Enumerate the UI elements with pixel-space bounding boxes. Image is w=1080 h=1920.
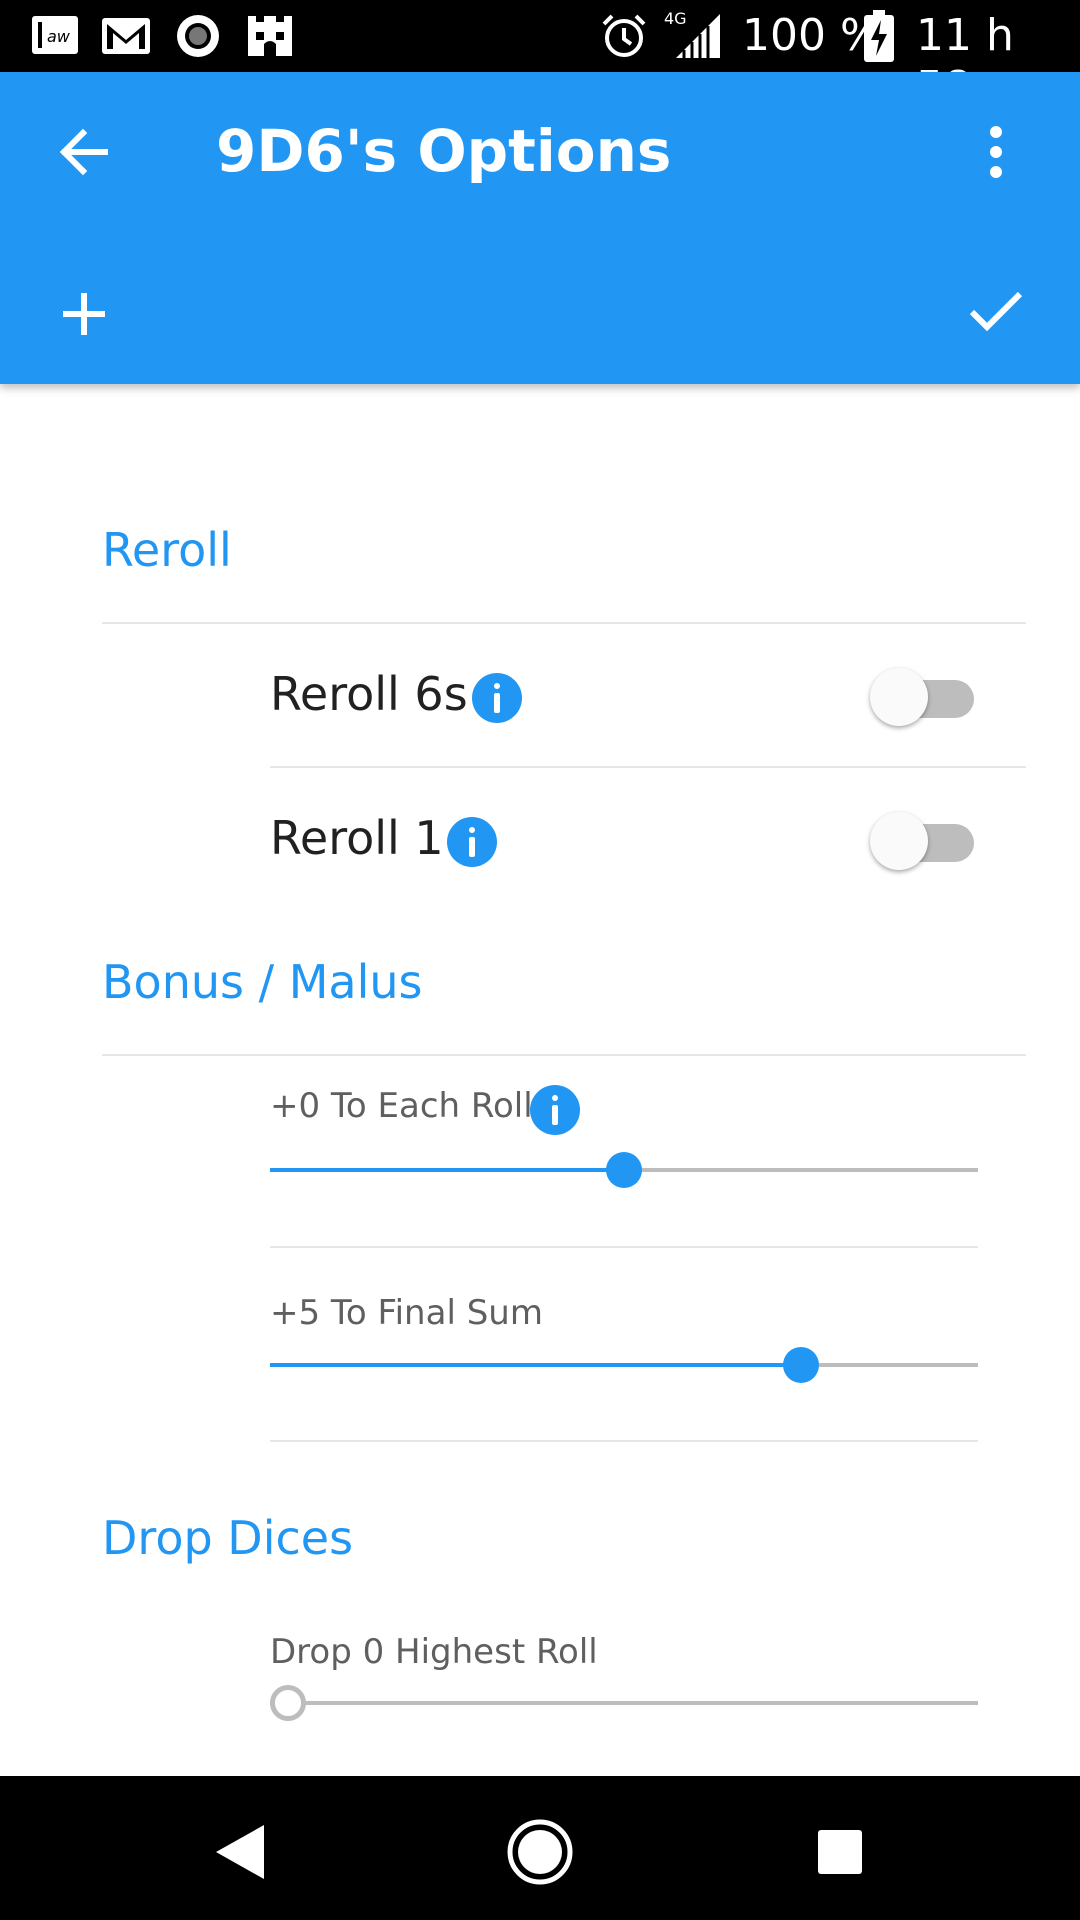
reroll-1-label: Reroll 1 (270, 811, 444, 865)
navigation-bar (0, 1776, 1080, 1920)
castle-icon (244, 12, 296, 65)
final-sum-slider[interactable] (270, 1343, 978, 1387)
section-title-drop-dices: Drop Dices (102, 1511, 354, 1565)
info-icon[interactable] (530, 1085, 580, 1135)
signal-4g-icon: 4G (664, 8, 724, 65)
toggle-thumb (870, 668, 928, 726)
nav-recents-icon (818, 1830, 862, 1874)
slider-thumb[interactable] (606, 1152, 642, 1188)
slider-thumb[interactable] (270, 1685, 306, 1721)
toggle-thumb (870, 812, 928, 870)
reroll-6s-label: Reroll 6s (270, 667, 468, 721)
nav-recents-button[interactable] (800, 1812, 880, 1892)
divider (270, 766, 1026, 768)
nav-back-button[interactable] (200, 1812, 280, 1892)
divider (270, 1440, 978, 1442)
slider-fill (270, 1363, 801, 1367)
drop-highest-slider[interactable] (270, 1681, 978, 1725)
battery-percent: 100 % (742, 10, 882, 61)
more-vert-icon (990, 126, 1002, 178)
section-title-bonus-malus: Bonus / Malus (102, 955, 423, 1009)
divider (102, 1054, 1026, 1056)
slider-fill (270, 1168, 624, 1172)
each-roll-label: +0 To Each Roll (270, 1086, 533, 1126)
confirm-button[interactable] (956, 272, 1036, 352)
svg-text:aw: aw (47, 27, 71, 46)
back-arrow-icon (59, 128, 108, 176)
divider (102, 622, 1026, 624)
network-label: 4G (664, 9, 687, 28)
back-button[interactable] (44, 112, 124, 192)
overflow-menu-button[interactable] (956, 112, 1036, 192)
plus-icon (63, 293, 105, 335)
app-badge-icon: aw (30, 12, 80, 63)
alarm-icon (600, 12, 648, 65)
info-icon[interactable] (447, 817, 497, 867)
add-button[interactable] (44, 274, 124, 354)
divider (270, 1246, 978, 1248)
slider-rail (270, 1701, 978, 1705)
section-title-reroll: Reroll (102, 523, 232, 577)
gmail-icon (100, 12, 152, 63)
nav-home-icon (507, 1819, 573, 1885)
screen: aw 4G 100 % 11 h 58 9D6's Options (0, 0, 1080, 1920)
final-sum-label: +5 To Final Sum (270, 1293, 543, 1333)
record-icon (174, 12, 222, 65)
app-bar: 9D6's Options (0, 72, 1080, 384)
nav-back-icon (216, 1825, 264, 1879)
check-icon (969, 291, 1023, 332)
each-roll-slider[interactable] (270, 1148, 978, 1192)
nav-home-button[interactable] (500, 1812, 580, 1892)
battery-charging-icon (864, 10, 894, 67)
reroll-1-toggle[interactable] (870, 810, 980, 870)
page-title: 9D6's Options (216, 117, 672, 185)
drop-highest-label: Drop 0 Highest Roll (270, 1632, 598, 1672)
slider-thumb[interactable] (783, 1347, 819, 1383)
reroll-6s-toggle[interactable] (870, 666, 980, 726)
info-icon[interactable] (472, 673, 522, 723)
status-bar: aw 4G 100 % 11 h 58 (0, 0, 1080, 113)
